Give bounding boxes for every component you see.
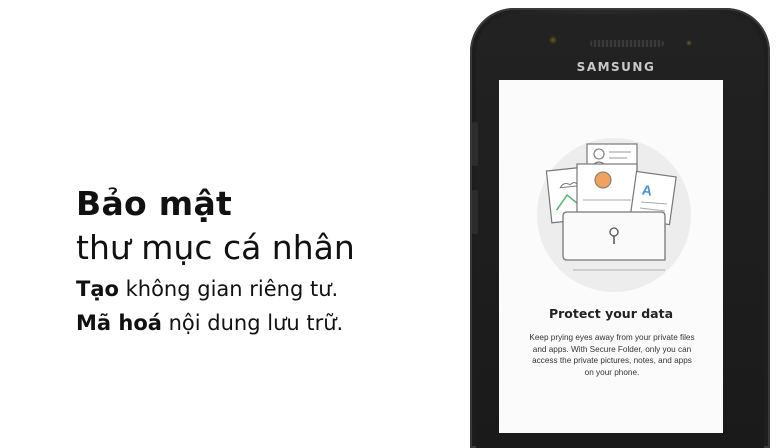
headline-title-regular: thư mục cá nhân <box>76 228 355 267</box>
bixby-button <box>472 190 478 234</box>
screen-title: Protect your data <box>548 306 674 321</box>
earpiece-speaker <box>590 40 664 47</box>
brand-logo: SAMSUNG <box>576 60 656 74</box>
headline-line-2: Mã hoá nội dung lưu trữ. <box>76 306 355 340</box>
headline-line-1: Tạo không gian riêng tư. <box>76 272 355 306</box>
locked-folder-icon <box>562 211 666 271</box>
front-camera-icon <box>549 36 557 44</box>
line1-bold: Tạo <box>76 277 119 301</box>
screen-description: Keep prying eyes away from your private … <box>529 333 695 377</box>
line1-rest: không gian riêng tư. <box>118 277 339 301</box>
phone-screen: A Protect your data Keep prying eyes awa… <box>499 80 723 433</box>
secure-folder-illustration: A <box>545 143 677 271</box>
line2-bold: Mã hoá <box>76 311 162 335</box>
line2-rest: nội dung lưu trữ. <box>161 311 344 335</box>
profile-document-icon <box>576 163 638 215</box>
sensor-icon <box>686 40 692 46</box>
headline-title-bold: Bảo mật <box>76 184 233 223</box>
volume-button <box>472 122 478 166</box>
promo-headline: Bảo mật thư mục cá nhân Tạo không gian r… <box>76 182 355 340</box>
